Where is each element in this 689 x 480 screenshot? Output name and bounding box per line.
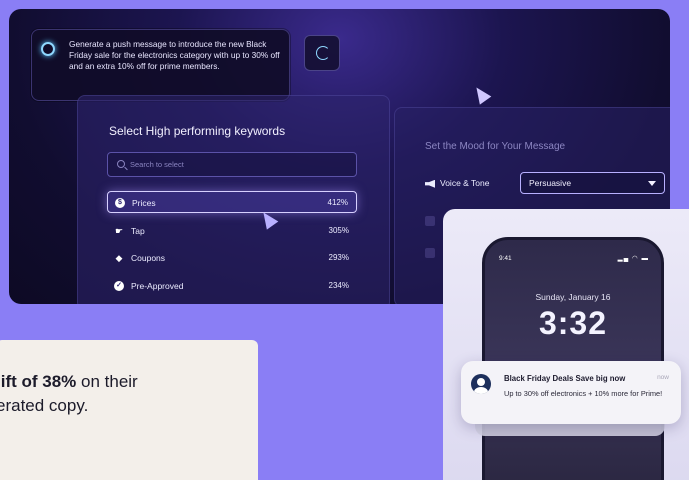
voice-tone-label: Voice & Tone — [425, 178, 489, 188]
loading-spinner-icon — [316, 46, 330, 60]
cursor-arrow-icon — [470, 83, 492, 105]
keyword-percent: 293% — [328, 253, 349, 262]
quote-highlight: lift of 38% — [0, 372, 77, 391]
keywords-title: Select High performing keywords — [109, 124, 286, 138]
prompt-card[interactable]: Generate a push message to introduce the… — [31, 29, 290, 101]
lockscreen-date: Sunday, January 16 — [535, 292, 611, 302]
notification-title: Black Friday Deals Save big now — [504, 374, 626, 383]
search-placeholder: Search to select — [130, 160, 184, 169]
keyword-percent: 305% — [328, 226, 349, 235]
keyword-label: Pre-Approved — [131, 281, 184, 291]
faded-option-icon — [425, 248, 435, 258]
coupon-icon: ◆ — [115, 253, 123, 263]
keywords-panel: Select High performing keywords Search t… — [77, 95, 390, 304]
phone-lockscreen: 9:41 ▂▄ ◠ ▬ Sunday, January 16 3:32 — [482, 237, 664, 480]
keyword-item-coupons[interactable]: ◆ Coupons 293% — [107, 247, 357, 269]
notification-time: now — [657, 374, 669, 381]
keyword-label: Prices — [132, 198, 156, 208]
dollar-icon: $ — [115, 198, 125, 208]
voice-tone-select[interactable]: Persuasive — [520, 172, 665, 194]
keyword-label: Tap — [131, 226, 145, 236]
keyword-label: Coupons — [131, 253, 166, 263]
quote-text: lift of 38% on their erated copy. — [0, 370, 254, 418]
keyword-item-pre-approved[interactable]: ✓ Pre-Approved 234% — [107, 275, 357, 297]
tap-icon: ☛ — [114, 226, 124, 236]
keyword-item-tap[interactable]: ☛ Tap 305% — [107, 220, 357, 242]
megaphone-icon — [425, 179, 435, 188]
check-circle-icon: ✓ — [114, 281, 124, 291]
status-ring-icon — [41, 42, 55, 56]
voice-tone-text: Voice & Tone — [440, 178, 490, 188]
keyword-percent: 412% — [327, 198, 348, 207]
quote-card: lift of 38% on their erated copy. — [0, 340, 258, 480]
mood-title: Set the Mood for Your Message — [425, 141, 566, 152]
notification-body: Up to 30% off electronics + 10% more for… — [504, 389, 663, 398]
avatar-icon — [471, 374, 491, 394]
quote-line2: erated copy. — [0, 396, 89, 415]
keyword-percent: 234% — [328, 281, 349, 290]
search-icon — [117, 160, 125, 168]
quote-line1-rest: on their — [76, 372, 138, 391]
keyword-search-input[interactable]: Search to select — [107, 152, 357, 177]
loading-button[interactable] — [304, 35, 340, 71]
voice-tone-value: Persuasive — [529, 178, 572, 188]
push-notification[interactable]: Black Friday Deals Save big now now Up t… — [461, 361, 681, 424]
status-time: 9:41 — [499, 255, 512, 262]
status-icons: ▂▄ ◠ ▬ — [617, 255, 649, 262]
lockscreen-clock: 3:32 — [538, 305, 608, 341]
prompt-text: Generate a push message to introduce the… — [69, 39, 280, 72]
faded-option-icon — [425, 216, 435, 226]
keyword-item-prices[interactable]: $ Prices 412% — [107, 191, 357, 213]
chevron-down-icon — [648, 181, 656, 186]
